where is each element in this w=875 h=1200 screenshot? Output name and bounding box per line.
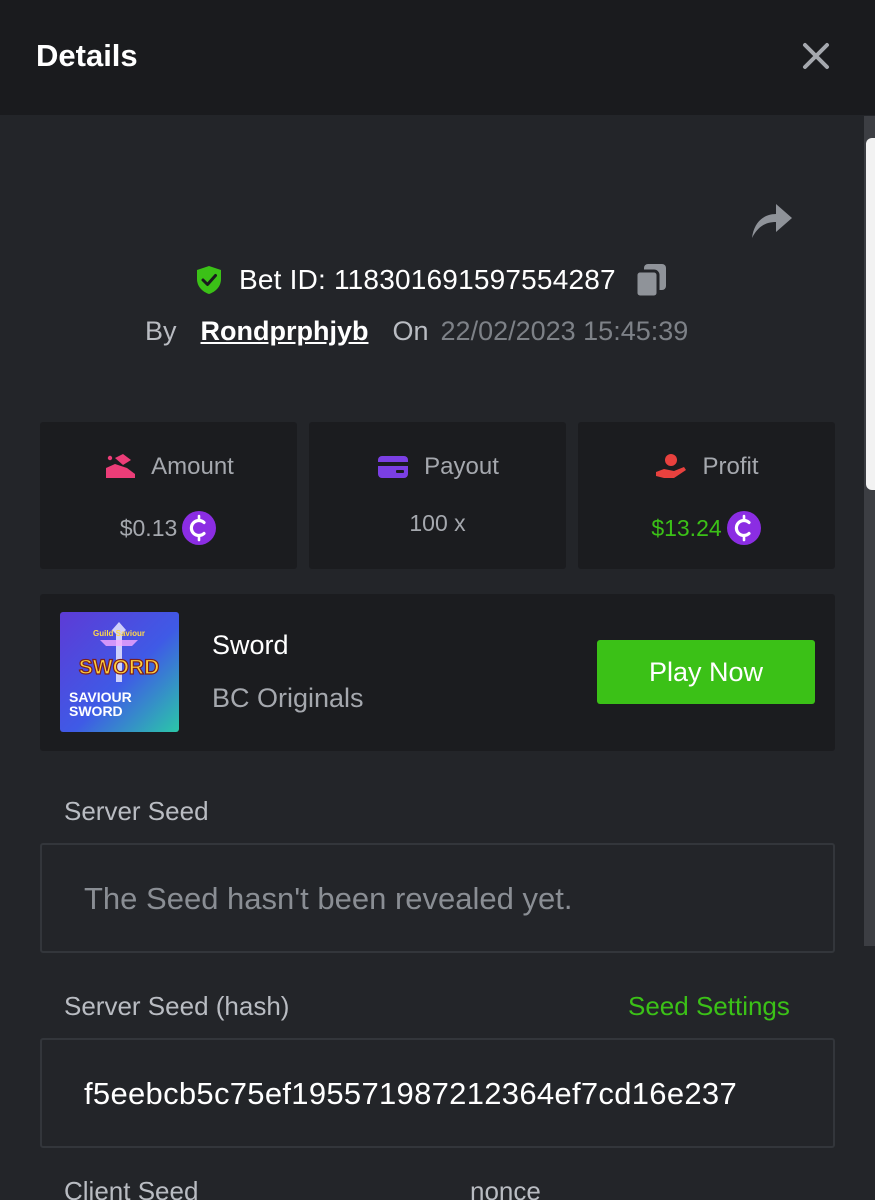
bcd-coin-icon	[726, 511, 761, 545]
details-header: Details	[0, 0, 875, 115]
credit-card-icon	[378, 456, 409, 478]
page-title: Details	[36, 38, 138, 73]
server-seed-placeholder: The Seed hasn't been revealed yet.	[84, 881, 573, 916]
server-seed-field[interactable]: The Seed hasn't been revealed yet.	[40, 843, 835, 953]
payout-value: 100 x	[409, 510, 466, 536]
verified-shield-icon	[197, 266, 221, 294]
bet-id: Bet ID: 118301691597554287	[239, 264, 616, 295]
share-icon[interactable]	[748, 198, 794, 240]
seed-settings-link[interactable]: Seed Settings	[628, 991, 790, 1022]
server-seed-hash-value: f5eebcb5c75ef195571987212364ef7cd16e237	[84, 1076, 737, 1111]
game-provider: BC Originals	[212, 683, 364, 713]
amount-card: Amount $0.13	[40, 422, 297, 569]
amount-value: $0.13	[119, 514, 178, 541]
bet-datetime: 22/02/2023 15:45:39	[440, 315, 689, 346]
thumb-small-text: Guild Saviour	[93, 629, 145, 638]
scrollbar-thumb[interactable]	[866, 138, 875, 490]
amount-label: Amount	[151, 453, 234, 480]
bet-meta-row: By Rondprphjyb On 22/02/2023 15:45:39	[145, 312, 688, 350]
money-hand-icon	[656, 454, 687, 478]
client-seed-label: Client Seed	[64, 1176, 199, 1200]
copy-icon[interactable]	[634, 262, 668, 298]
thumb-subtitle-bottom: SWORD	[69, 703, 123, 719]
profit-label: Profit	[702, 453, 759, 480]
close-icon[interactable]	[796, 36, 836, 76]
by-label: By	[145, 315, 177, 346]
on-label: On	[392, 315, 429, 346]
coins-hand-icon	[106, 454, 136, 478]
game-name: Sword	[212, 630, 289, 660]
server-seed-hash-label: Server Seed (hash)	[64, 991, 290, 1021]
bcd-coin-icon	[182, 511, 217, 545]
profit-card: Profit $13.24	[578, 422, 835, 569]
payout-card: Payout 100 x	[309, 422, 566, 569]
payout-label: Payout	[424, 453, 499, 480]
play-now-button[interactable]: Play Now	[597, 640, 815, 704]
thumb-title: SWORD	[79, 656, 160, 679]
game-card: Guild Saviour SWORD SAVIOUR SWORD Sword …	[40, 594, 835, 751]
server-seed-label: Server Seed	[64, 796, 209, 826]
server-seed-hash-field[interactable]: f5eebcb5c75ef195571987212364ef7cd16e237	[40, 1038, 835, 1148]
nonce-label: nonce	[470, 1176, 541, 1200]
username-link[interactable]: Rondprphjyb	[201, 316, 369, 347]
bet-id-row: Bet ID: 118301691597554287	[193, 260, 668, 300]
profit-value: $13.24	[651, 514, 722, 541]
game-thumbnail[interactable]: Guild Saviour SWORD SAVIOUR SWORD	[60, 612, 179, 732]
